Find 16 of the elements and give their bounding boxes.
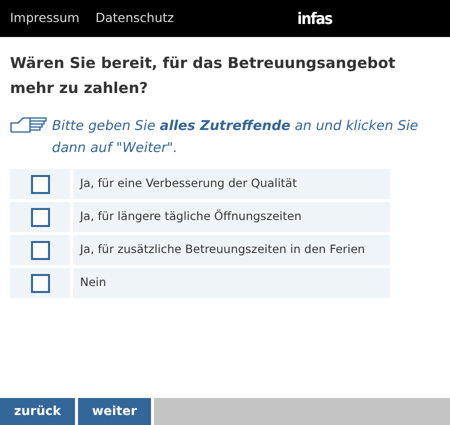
header-link[interactable]: Impressum	[10, 9, 80, 28]
checkbox[interactable]	[30, 208, 50, 226]
option-label[interactable]: Ja, für zusätzliche Betreuungszeiten in den Ferien	[73, 235, 390, 265]
option-label[interactable]: Ja, für längere tägliche Öffnungszeiten	[73, 202, 390, 232]
pointing-hand-icon	[10, 117, 48, 133]
question-text: Wären Sie bereit, für das Betreuungsangebot mehr zu zahlen?	[10, 53, 396, 99]
checkbox[interactable]	[30, 174, 50, 194]
header-link[interactable]: Datenschutz	[95, 9, 174, 28]
checkbox[interactable]	[30, 240, 50, 260]
nav-button[interactable]: zurück	[0, 398, 75, 425]
option-label[interactable]: Nein	[73, 268, 390, 298]
logo: infas	[297, 8, 332, 30]
instruction-text: Bitte geben Sie alles Zutreffende an und klicken Sie dann auf "Weiter".	[52, 117, 420, 158]
nav-button[interactable]: weiter	[78, 398, 151, 425]
option-label[interactable]: Ja, für eine Verbesserung der Qualität	[73, 169, 390, 199]
checkbox[interactable]	[30, 274, 50, 292]
